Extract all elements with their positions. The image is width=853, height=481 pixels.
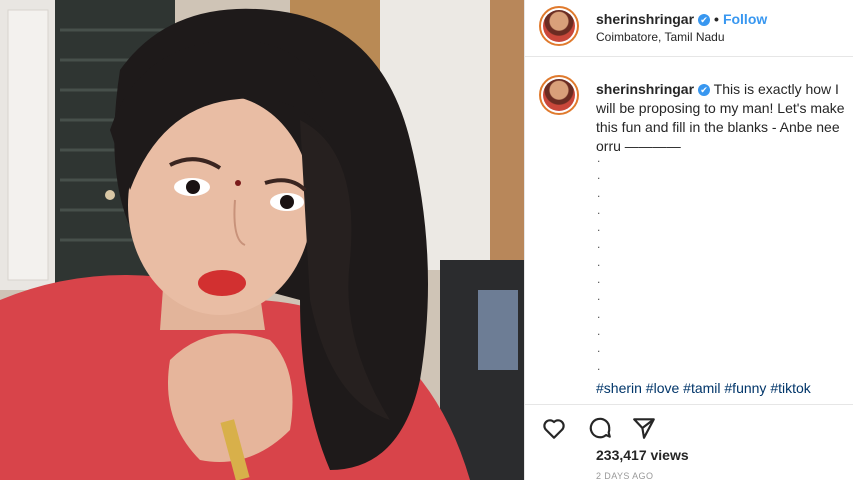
caption-dot-line: . [597, 358, 601, 373]
caption-dot-line: . [597, 289, 601, 304]
post-actions: 233,417 views 2 DAYS AGO [525, 404, 853, 481]
share-icon[interactable] [631, 415, 657, 441]
header-user-line: sherinshringar ✔ • Follow [596, 11, 767, 29]
caption-dot-line: . [597, 306, 601, 321]
caption-hashtags[interactable]: #sherin #love #tamil #funny #tiktok [596, 380, 811, 396]
caption-verified-badge-icon: ✔ [698, 84, 711, 96]
caption-dot-line: . [597, 272, 601, 287]
caption-avatar[interactable] [539, 75, 579, 115]
caption-text-block: sherinshringar ✔ This is exactly how I wi… [596, 80, 853, 156]
post-header: sherinshringar ✔ • Follow Coimbatore, Tamil… [525, 0, 853, 57]
caption-dot-line: . [597, 254, 601, 269]
video-frame-illustration [0, 0, 524, 480]
caption-dot-line: . [597, 220, 601, 235]
caption-username-link[interactable]: sherinshringar [596, 81, 694, 97]
post-side-panel: sherinshringar ✔ • Follow Coimbatore, Tamil… [524, 0, 853, 481]
caption-dot-lines: ............. [597, 150, 607, 375]
location-link[interactable]: Coimbatore, Tamil Nadu [596, 30, 725, 44]
comment-icon[interactable] [587, 415, 613, 441]
caption-dot-line: . [597, 323, 601, 338]
view-count[interactable]: 233,417 views [596, 447, 689, 463]
caption-dot-line: . [597, 168, 601, 183]
heart-icon[interactable] [541, 415, 567, 441]
profile-avatar[interactable] [539, 6, 579, 46]
post-video[interactable] [0, 0, 524, 480]
username-link[interactable]: sherinshringar [596, 11, 694, 27]
caption-dot-line: . [597, 341, 601, 356]
caption-dot-line: . [597, 151, 601, 165]
verified-badge-icon: ✔ [698, 14, 711, 26]
separator-dot: • [714, 11, 719, 27]
caption-section: sherinshringar ✔ This is exactly how I wi… [525, 64, 853, 396]
caption-dot-line: . [597, 202, 601, 217]
caption-dot-line: . [597, 237, 601, 252]
follow-button[interactable]: Follow [723, 11, 767, 27]
caption-dot-line: . [597, 185, 601, 200]
